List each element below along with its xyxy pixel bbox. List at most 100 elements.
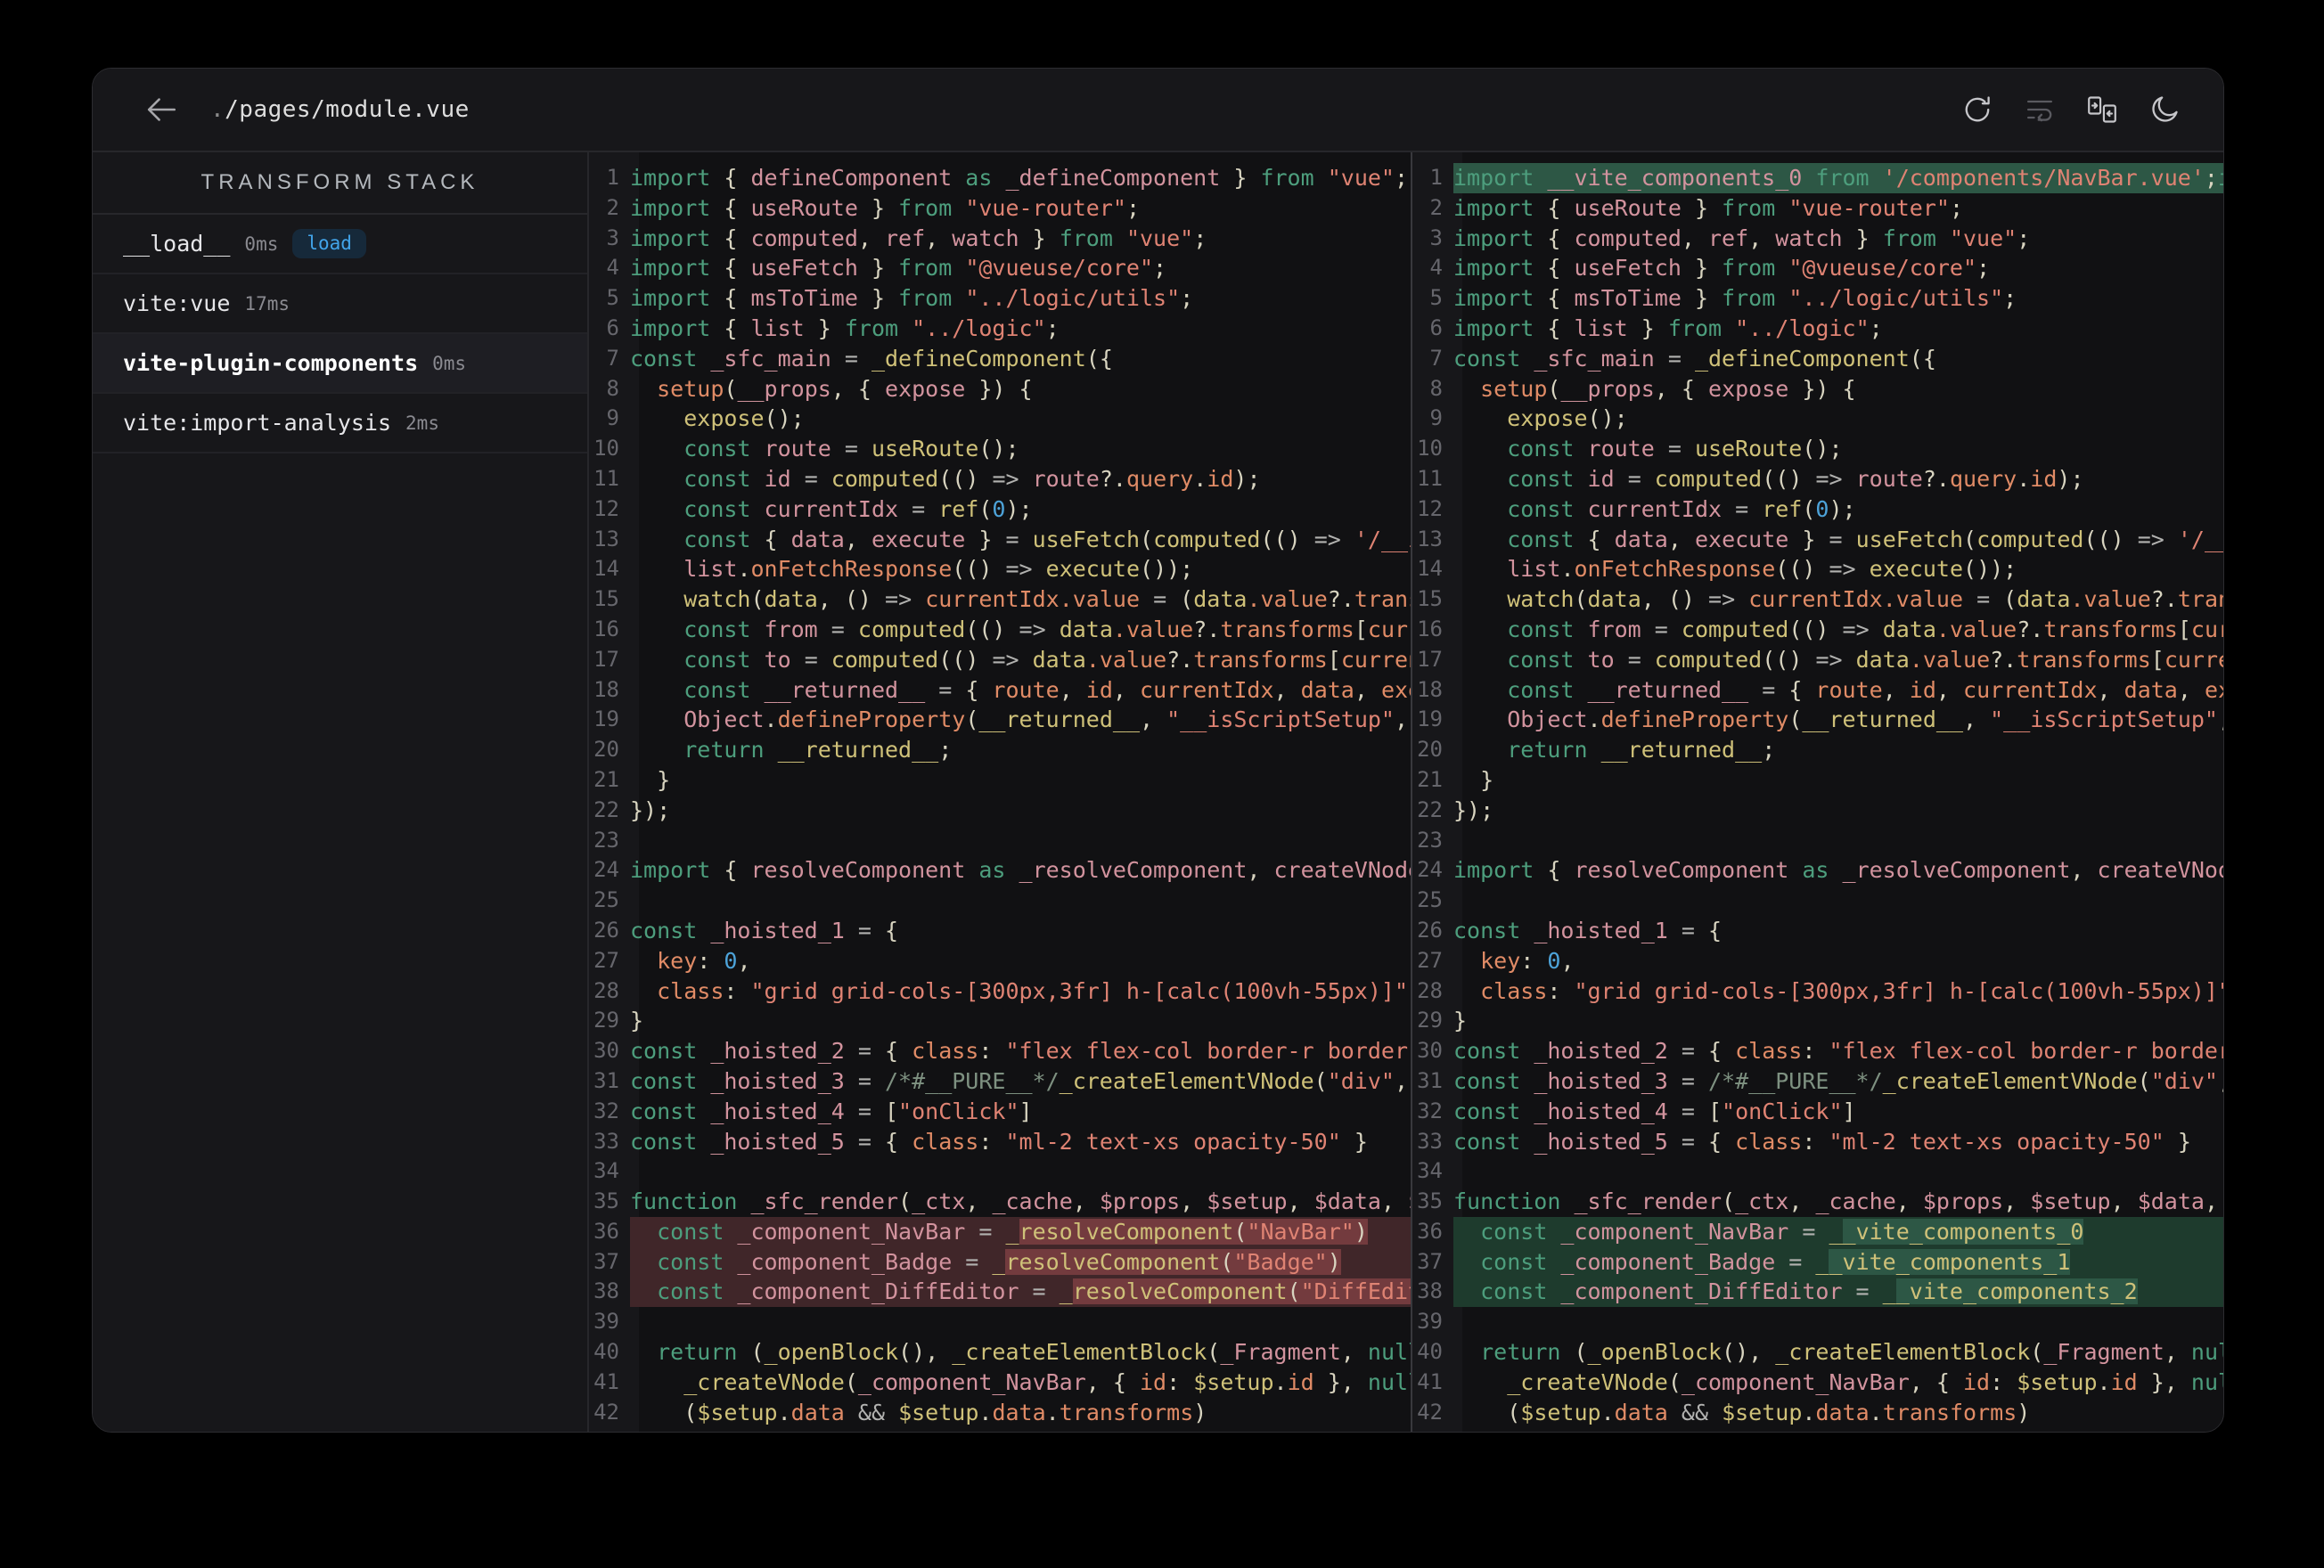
transformed-code-line: 28 class: "grid grid-cols-[300px,3fr] h-… [1412,976,2223,1007]
transformed-code-line: 12 const currentIdx = ref(0); [1412,494,2223,525]
transformed-code-line: 4 import { useFetch } from "@vueuse/core"… [1412,253,2223,283]
transformed-code-line: 11 const id = computed(() => route?.quer… [1412,464,2223,494]
original-code-line: 35 function _sfc_render(_ctx, _cache, $pr… [589,1187,1411,1217]
transformed-code-line: 34 [1412,1156,2223,1187]
word-wrap-icon[interactable] [2024,94,2056,126]
line-number: 36 [593,1218,619,1244]
plugin-name: vite:vue [123,290,231,316]
header-bar: ./pages/module.vue [93,69,2223,152]
transformed-code-line: 37 const _component_Badge = __vite_compo… [1412,1246,2223,1278]
plugin-name: vite:import-analysis [123,410,392,436]
transform-stack-item-vite:vue[interactable]: vite:vue 17ms [93,274,587,334]
transformed-code-line: 42 ($setup.data && $setup.data.transform… [1412,1398,2223,1428]
original-code-line: 9 expose(); [589,404,1411,434]
line-number: 16 [1417,616,1443,641]
original-code-line: 40 return (_openBlock(), _createElementB… [589,1337,1411,1368]
line-number: 38 [1417,1278,1443,1304]
line-number: 32 [593,1098,619,1123]
transform-stack-item-vite:import-analysis[interactable]: vite:import-analysis 2ms [93,394,587,453]
original-code-line: 26 const _hoisted_1 = { [589,916,1411,946]
line-number: 3 [1429,225,1443,250]
line-number: 37 [593,1248,619,1274]
line-number: 31 [1417,1067,1443,1093]
dark-mode-moon-icon[interactable] [2148,94,2181,126]
line-number: 6 [1429,314,1443,340]
transformed-code-line: 5 import { msToTime } from "../logic/util… [1412,283,2223,314]
original-code-line: 15 watch(data, () => currentIdx.value = … [589,584,1411,615]
line-number: 27 [1417,947,1443,973]
line-number: 29 [593,1008,619,1033]
line-number: 26 [1417,917,1443,943]
line-number: 28 [593,977,619,1003]
line-number: 4 [606,255,619,281]
line-number: 17 [1417,646,1443,672]
line-number: 16 [593,616,619,641]
original-code-line: 28 class: "grid grid-cols-[300px,3fr] h-… [589,976,1411,1007]
transformed-code-line: 1 import __vite_components_0 from '/compo… [1412,163,2223,193]
module-dot: . [210,96,225,123]
line-number: 5 [1429,285,1443,311]
line-number: 30 [593,1038,619,1064]
line-number: 11 [1417,465,1443,491]
plugin-time: 0ms [432,352,467,374]
line-number: 13 [593,526,619,551]
refresh-icon[interactable] [1961,94,1993,126]
diff-pane-transformed[interactable]: 1 import __vite_components_0 from '/compo… [1411,152,2223,1432]
back-arrow-icon[interactable] [143,92,178,127]
diff-pane-original[interactable]: 1 import { defineComponent as _defineComp… [589,152,1411,1432]
line-number: 15 [593,586,619,612]
line-number: 3 [606,225,619,250]
line-number: 11 [593,465,619,491]
line-number: 40 [593,1339,619,1365]
original-code-line: 33 const _hoisted_5 = { class: "ml-2 text… [589,1127,1411,1157]
transformed-code-line: 16 const from = computed(() => data.valu… [1412,615,2223,645]
original-code-line: 18 const __returned__ = { route, id, cur… [589,675,1411,706]
original-code-line: 11 const id = computed(() => route?.quer… [589,464,1411,494]
line-number: 32 [1417,1098,1443,1123]
transformed-code-line: 15 watch(data, () => currentIdx.value = … [1412,584,2223,615]
transform-stack-item-vite-plugin-components[interactable]: vite-plugin-components 0ms [93,334,587,394]
line-number: 10 [593,436,619,461]
original-code-line: 39 [589,1307,1411,1337]
hook-badge: load [292,229,366,258]
transformed-code-line: 6 import { list } from "../logic"; [1412,314,2223,344]
line-number: 7 [1429,345,1443,371]
original-code-line: 20 return __returned__; [589,735,1411,765]
original-code-line: 19 Object.defineProperty(__returned__, "… [589,705,1411,735]
original-code-line: 37 const _component_Badge = _resolveComp… [589,1246,1411,1278]
transformed-code-line: 27 key: 0, [1412,946,2223,976]
line-number: 30 [1417,1038,1443,1064]
transformed-code-line: 38 const _component_DiffEditor = __vite_… [1412,1277,2223,1308]
line-number: 38 [593,1278,619,1304]
line-number: 13 [1417,526,1443,551]
transform-stack-title: TRANSFORM STACK [93,152,587,215]
plugin-time: 17ms [244,292,290,314]
original-code-line: 21 } [589,765,1411,796]
line-number: 21 [1417,766,1443,792]
line-number: 35 [1417,1188,1443,1214]
original-code-line: 38 const _component_DiffEditor = _resolv… [589,1277,1411,1308]
side-by-side-diff-icon[interactable] [2086,94,2118,126]
transformed-code-line: 35 function _sfc_render(_ctx, _cache, $pr… [1412,1187,2223,1217]
original-code-line: 12 const currentIdx = ref(0); [589,494,1411,525]
line-number: 29 [1417,1008,1443,1033]
original-code-line: 4 import { useFetch } from "@vueuse/core"… [589,253,1411,283]
transformed-code-line: 40 return (_openBlock(), _createElementB… [1412,1337,2223,1368]
line-number: 1 [606,165,619,190]
original-code-line: 14 list.onFetchResponse(() => execute())… [589,554,1411,584]
line-number: 34 [593,1158,619,1184]
line-number: 23 [593,827,619,853]
transformed-code-line: 39 [1412,1307,2223,1337]
line-number: 15 [1417,586,1443,612]
line-number: 12 [593,495,619,521]
transform-stack-item-__load__[interactable]: __load__ 0ms load [93,215,587,274]
original-code-line: 24 import { resolveComponent as _resolveC… [589,855,1411,886]
transformed-code-line: 33 const _hoisted_5 = { class: "ml-2 text… [1412,1127,2223,1157]
original-code-line: 42 ($setup.data && $setup.data.transform… [589,1398,1411,1428]
original-code-line: 8 setup(__props, { expose }) { [589,374,1411,404]
line-number: 24 [1417,857,1443,883]
line-number: 14 [1417,556,1443,582]
line-number: 1 [1429,165,1443,190]
line-number: 25 [1417,887,1443,913]
line-number: 40 [1417,1339,1443,1365]
